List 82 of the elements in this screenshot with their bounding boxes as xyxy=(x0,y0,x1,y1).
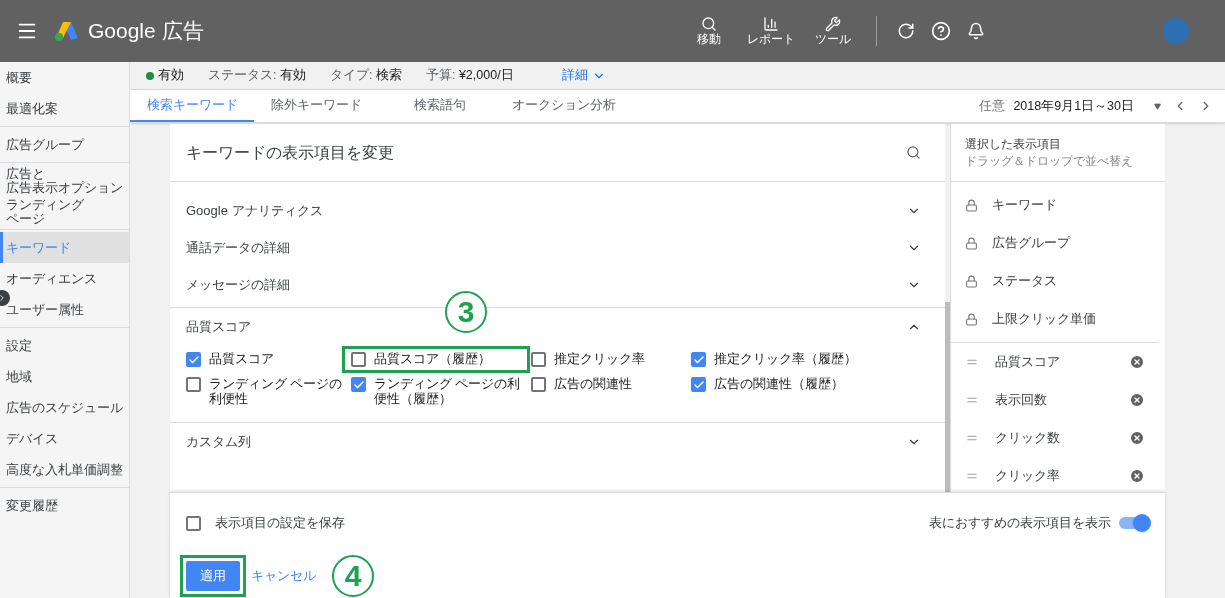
lock-icon xyxy=(965,312,978,326)
lock-icon xyxy=(965,274,978,288)
sidebar-item[interactable]: ランディング ページ xyxy=(0,196,129,227)
dialog-title: キーワードの表示項目を変更 xyxy=(186,142,395,163)
checkbox[interactable] xyxy=(186,515,201,531)
column-option[interactable]: 推定クリック率（履歴） xyxy=(691,349,891,370)
remove-icon[interactable] xyxy=(1129,392,1145,408)
column-name: 上限クリック単価 xyxy=(992,310,1096,328)
column-name: 品質スコア xyxy=(995,353,1061,371)
details-link[interactable]: 詳細 xyxy=(561,66,606,85)
status-field: 予算: ¥2,000/日 xyxy=(425,66,514,85)
remove-icon[interactable] xyxy=(1129,354,1145,370)
sidebar-item[interactable]: 設定 xyxy=(0,330,129,361)
column-option[interactable]: 広告の関連性 xyxy=(531,374,691,410)
sidebar-item[interactable]: 変更履歴 xyxy=(0,490,129,521)
column-option[interactable]: 品質スコア xyxy=(186,349,351,370)
toolbar-button[interactable]: 移動 xyxy=(678,16,740,46)
checkbox[interactable] xyxy=(186,352,201,367)
section-header[interactable]: 通話データの詳細 xyxy=(170,229,945,266)
lock-icon xyxy=(965,198,978,212)
logo-icon xyxy=(54,20,80,42)
dropdown-triangle-icon xyxy=(1154,102,1161,110)
checkbox[interactable] xyxy=(186,377,201,392)
column-name: ステータス xyxy=(992,272,1057,290)
sidebar-item[interactable]: 広告グループ xyxy=(0,129,129,160)
checkbox[interactable] xyxy=(531,352,546,367)
bell-icon[interactable] xyxy=(967,22,985,40)
search-icon xyxy=(701,16,717,32)
tab[interactable]: 除外キーワード xyxy=(254,90,378,122)
column-option[interactable]: 広告の関連性（履歴） xyxy=(691,374,891,410)
status-field: タイプ: 検索 xyxy=(329,66,402,85)
wrench-icon xyxy=(825,16,841,32)
checkbox[interactable] xyxy=(531,377,546,392)
sidebar-item[interactable]: 広告のスケジュール xyxy=(0,392,129,423)
callout-number: 4 xyxy=(332,555,374,597)
status-field: ステータス: 有効 xyxy=(208,66,306,85)
save-settings-checkbox[interactable]: 表示項目の設定を保存 xyxy=(186,513,929,533)
toolbar-button[interactable]: レポート xyxy=(740,16,802,46)
tab[interactable]: 検索キーワード xyxy=(130,90,254,122)
sidebar-item[interactable]: 概要 xyxy=(0,62,129,93)
search-icon[interactable] xyxy=(906,145,921,160)
checkbox[interactable] xyxy=(691,377,706,392)
column-name: クリック数 xyxy=(995,429,1061,447)
column-option[interactable]: 推定クリック率 xyxy=(531,349,691,370)
panel-subtitle: ドラッグ＆ドロップで並べ替え xyxy=(965,153,1134,169)
checkbox[interactable] xyxy=(691,352,706,367)
sidebar-item[interactable]: 最適化案 xyxy=(0,93,129,124)
toggle-switch[interactable] xyxy=(1119,517,1149,529)
checkbox[interactable] xyxy=(351,377,366,392)
column-option[interactable]: ランディング ページの利便性 xyxy=(186,374,351,410)
lock-icon xyxy=(965,236,978,250)
sidebar-item[interactable]: 広告と 広告表示オプション xyxy=(0,165,129,196)
status-text: 有効 xyxy=(158,67,184,85)
date-range-label: 任意 xyxy=(979,97,1006,115)
panel-title: 選択した表示項目 xyxy=(965,135,1062,153)
column-name: クリック率 xyxy=(995,467,1061,485)
column-name: キーワード xyxy=(992,196,1057,214)
sidebar-item[interactable]: デバイス xyxy=(0,423,129,454)
callout-number: 3 xyxy=(445,291,487,333)
recommend-label: 表におすすめの表示項目を表示 xyxy=(929,514,1111,532)
column-name: 表示回数 xyxy=(995,391,1048,409)
bar-chart-icon xyxy=(763,16,779,32)
sidebar-item[interactable]: 地域 xyxy=(0,361,129,392)
product-name: Google 広告 xyxy=(88,18,204,45)
remove-icon[interactable] xyxy=(1129,430,1145,446)
sidebar-item[interactable]: ユーザー属性 xyxy=(0,294,129,325)
toolbar-button[interactable]: ツール xyxy=(802,16,864,46)
tab[interactable]: オークション分析 xyxy=(502,90,626,122)
column-name: 広告グループ xyxy=(992,234,1070,252)
apply-button[interactable]: 適用 xyxy=(186,560,240,592)
help-icon[interactable] xyxy=(931,21,951,41)
tab[interactable]: 検索語句 xyxy=(378,90,502,122)
cancel-link[interactable]: キャンセル xyxy=(251,566,316,586)
sidebar-item[interactable]: オーディエンス xyxy=(0,263,129,294)
date-range-dropdown[interactable]: 2018年9月1日～30日 xyxy=(1013,96,1161,116)
remove-icon[interactable] xyxy=(1129,468,1145,484)
section-header[interactable]: Google アナリティクス xyxy=(170,192,945,229)
refresh-icon[interactable] xyxy=(897,22,915,40)
section-header[interactable]: カスタム列 xyxy=(170,423,945,460)
checkbox[interactable] xyxy=(351,352,366,367)
sidebar-item[interactable]: 高度な入札単価調整 xyxy=(0,454,129,485)
column-option[interactable]: ランディング ページの利便性（履歴） xyxy=(351,374,531,410)
